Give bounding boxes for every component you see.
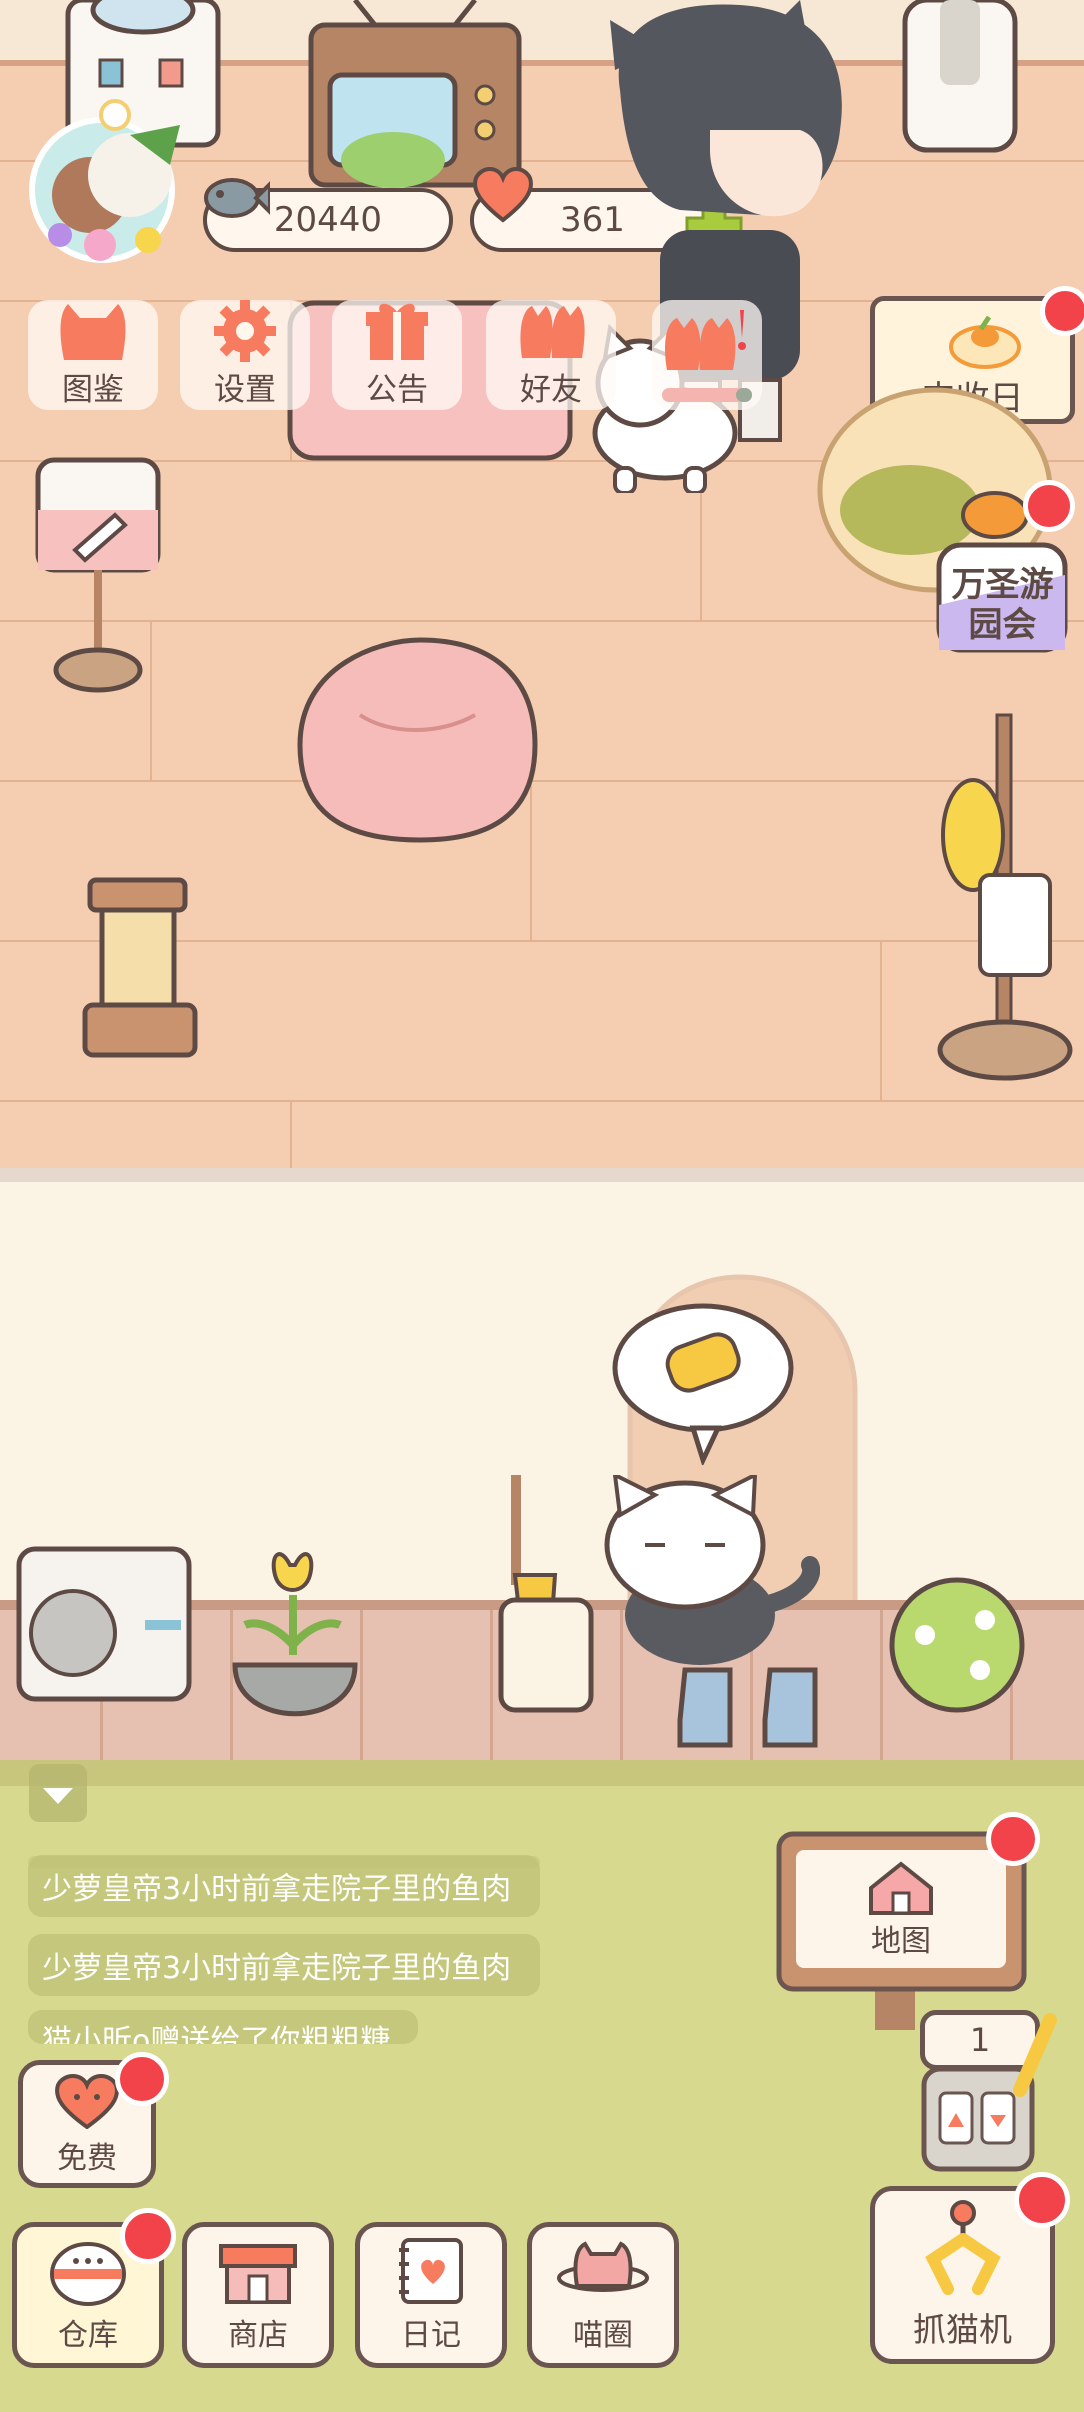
room-divider <box>0 1168 1084 1182</box>
coat-rack-icon[interactable] <box>935 705 1080 1085</box>
air-purifier-icon[interactable] <box>895 0 1025 160</box>
air-conditioner-icon[interactable] <box>15 1545 195 1710</box>
house-icon <box>869 1861 933 1915</box>
claw-icon <box>924 2200 1001 2295</box>
menu-announcement-button[interactable]: 公告 <box>332 300 462 410</box>
halloween-label-line1: 万圣游 <box>951 565 1054 605</box>
warehouse-notification-badge <box>120 2208 176 2264</box>
map-button[interactable]: 地图 <box>796 1850 1006 1968</box>
menu-handbook-label: 图鉴 <box>62 372 124 408</box>
heart-face-icon <box>55 2074 119 2129</box>
chat-message[interactable]: 少萝皇帝3小时前拿走院子里的鱼肉 <box>28 1855 540 1917</box>
chat-message-text: 少萝皇帝3小时前拿走院子里的鱼肉 <box>42 1951 512 1986</box>
warehouse-label: 仓库 <box>58 2318 118 2353</box>
diary-label: 日记 <box>401 2318 461 2353</box>
halloween-label-line2: 园会 <box>968 605 1037 645</box>
menu-friends-button[interactable]: 好友 <box>486 300 616 410</box>
harvest-notification-badge <box>1040 286 1084 336</box>
diary-icon <box>399 2238 463 2304</box>
warehouse-icon <box>50 2242 126 2306</box>
map-notification-badge <box>986 1812 1040 1866</box>
shop-button[interactable]: 商店 <box>182 2222 334 2368</box>
calendar-lamp-icon[interactable] <box>30 450 190 700</box>
player-avatar[interactable] <box>20 95 195 270</box>
fish-count: 20440 <box>273 200 383 240</box>
chat-message[interactable]: 少萝皇帝3小时前拿走院子里的鱼肉 <box>28 1934 540 1996</box>
diary-button[interactable]: 日记 <box>355 2222 507 2368</box>
halloween-label: 万圣游 园会 <box>935 565 1070 645</box>
claw-machine-notification-badge <box>1014 2172 1070 2228</box>
shop-label: 商店 <box>228 2318 288 2353</box>
beanbag-icon[interactable] <box>290 635 545 845</box>
menu-settings-label: 设置 <box>214 372 276 408</box>
pumpkin-pie-icon <box>949 315 1021 369</box>
halloween-notification-badge <box>1023 480 1075 532</box>
cat-circle-button[interactable]: 喵圈 <box>527 2222 679 2368</box>
potted-bush-icon[interactable] <box>885 1575 1030 1720</box>
chat-collapse-icon[interactable] <box>25 1760 95 1850</box>
gift-icon <box>366 303 428 360</box>
claw-machine-label: 抓猫机 <box>913 2310 1012 2349</box>
fish-icon <box>204 178 270 218</box>
chat-message-text: 少萝皇帝3小时前拿走院子里的鱼肉 <box>42 1872 512 1907</box>
garden-hedge <box>0 1760 1084 1786</box>
cat-head-icon <box>60 304 126 360</box>
chat-message-partial[interactable]: 猫小昕o赠送给了你粗粗糖 <box>28 2010 418 2044</box>
menu-handbook-button[interactable]: 图鉴 <box>28 300 158 410</box>
menu-announcement-label: 公告 <box>366 372 428 408</box>
thought-bubble <box>612 1303 794 1465</box>
menu-friends-label: 好友 <box>520 372 582 408</box>
potted-tulip-icon[interactable] <box>225 1545 365 1745</box>
friends-icon <box>520 306 585 358</box>
free-gift-notification-badge <box>115 2052 169 2106</box>
heart-icon <box>473 167 533 223</box>
cat-friends-icon[interactable] <box>652 300 762 410</box>
slot-lever-icon[interactable] <box>1010 2010 1070 2100</box>
gear-icon <box>214 300 276 362</box>
free-gift-label: 免费 <box>57 2141 117 2176</box>
shop-icon <box>219 2244 297 2304</box>
broom-bucket-icon[interactable] <box>495 1475 600 1715</box>
map-label: 地图 <box>871 1924 931 1959</box>
cat-circle-label: 喵圈 <box>573 2318 633 2353</box>
gray-white-cat[interactable] <box>595 1475 820 1670</box>
menu-settings-button[interactable]: 设置 <box>180 300 310 410</box>
chat-message-text: 猫小昕o赠送给了你粗粗糖 <box>42 2024 391 2044</box>
cat-scratcher-icon[interactable] <box>80 875 205 1060</box>
cat-planet-icon <box>557 2241 649 2292</box>
rain-boots-icon[interactable] <box>675 1665 850 1755</box>
